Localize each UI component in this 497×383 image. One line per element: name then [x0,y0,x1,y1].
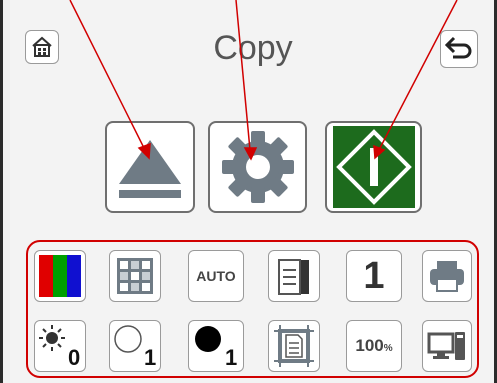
printer-button[interactable] [422,250,472,302]
start-button[interactable] [325,121,422,213]
auto-button[interactable]: AUTO [188,250,244,302]
duplex-button[interactable] [268,250,320,302]
home-icon [32,36,52,57]
border-erase-button[interactable] [268,320,320,372]
screen-layout-icon [427,332,465,360]
printer-icon [430,261,464,292]
color-mode-button[interactable] [34,250,86,302]
copy-screen: Copy AUTO 1 0 1 1 100% [0,0,497,383]
back-arrow-icon [444,36,472,59]
brightness-value: 0 [68,345,81,370]
gear-icon [221,131,294,203]
zoom-value: 100% [355,336,393,355]
page-title: Copy [213,29,293,67]
copies-button[interactable]: 1 [346,250,402,302]
screen-layout-button[interactable] [422,320,472,372]
color-mode-icon [39,255,81,297]
brightness-icon [39,325,65,351]
dark-density-value: 1 [225,345,238,370]
copies-count: 1 [363,254,385,297]
settings-button[interactable] [208,121,307,213]
duplex-document-icon [278,259,309,295]
back-button[interactable] [440,30,478,68]
start-icon [332,126,415,208]
dark-circle-icon [195,326,221,352]
zoom-button[interactable]: 100% [346,320,402,372]
layout-button[interactable] [109,250,161,302]
eject-button[interactable] [105,121,195,213]
brightness-button[interactable]: 0 [34,320,86,372]
layout-grid-icon [117,258,153,294]
border-erase-icon [274,325,314,367]
dark-density-button[interactable]: 1 [188,320,244,372]
light-circle-icon [114,325,142,353]
eject-icon [119,140,181,198]
copy-settings-group [26,240,479,378]
auto-label: AUTO [196,268,236,284]
home-button[interactable] [25,30,59,64]
light-density-value: 1 [144,345,157,370]
light-density-button[interactable]: 1 [109,320,161,372]
